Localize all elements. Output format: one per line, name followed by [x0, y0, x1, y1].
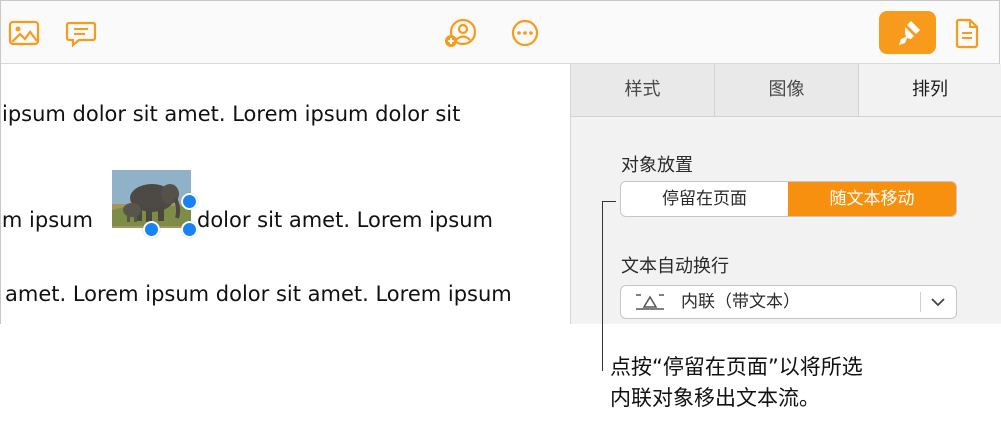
- chevron-down-icon[interactable]: [929, 294, 947, 310]
- body-text-line[interactable]: ipsum dolor sit amet. Lorem ipsum dolor …: [2, 102, 460, 126]
- text-wrap-popup[interactable]: 内联（带文本）: [620, 285, 957, 319]
- format-icon: [899, 21, 920, 45]
- object-placement-control: 停留在页面 随文本移动: [620, 181, 957, 217]
- move-with-text-option[interactable]: 随文本移动: [788, 182, 956, 216]
- media-icon[interactable]: [8, 17, 40, 49]
- toolbar: [1, 1, 999, 64]
- resize-handle[interactable]: [143, 221, 160, 238]
- inline-wrap-icon: [636, 294, 664, 310]
- callout-leader-tick: [602, 201, 616, 202]
- document-icon[interactable]: [951, 17, 983, 49]
- stay-on-page-option[interactable]: 停留在页面: [621, 182, 788, 216]
- tab-arrange[interactable]: 排列: [859, 64, 1001, 116]
- inline-elephant-image[interactable]: [112, 170, 191, 228]
- pages-window: ipsum dolor sit amet. Lorem ipsum dolor …: [0, 0, 1001, 324]
- callout-line: 内联对象移出文本流。: [610, 386, 820, 410]
- callout-text: 点按“停留在页面”以将所选 内联对象移出文本流。: [610, 352, 863, 414]
- text-wrap-value: 内联（带文本）: [681, 292, 800, 312]
- format-button[interactable]: [879, 11, 936, 54]
- format-inspector: 样式 图像 排列 对象放置 停留在页面 随文本移动 文本自动换行 内联（带文本）: [570, 64, 1001, 324]
- body-text-line[interactable]: em ipsum: [1, 208, 93, 232]
- popup-divider: [920, 292, 921, 312]
- tab-style[interactable]: 样式: [571, 64, 715, 116]
- resize-handle[interactable]: [181, 221, 198, 238]
- inspector-tabs: 样式 图像 排列: [571, 64, 1001, 117]
- body-text-line[interactable]: dolor sit amet. Lorem ipsum: [197, 208, 493, 232]
- collaborate-icon[interactable]: [444, 17, 476, 49]
- more-icon[interactable]: [509, 17, 541, 49]
- callout-line: 点按“停留在页面”以将所选: [610, 355, 863, 379]
- comment-icon[interactable]: [65, 17, 97, 49]
- tab-image[interactable]: 图像: [715, 64, 859, 116]
- object-placement-label: 对象放置: [621, 155, 693, 176]
- resize-handle[interactable]: [181, 193, 198, 210]
- text-wrap-label: 文本自动换行: [621, 256, 729, 277]
- document-canvas[interactable]: ipsum dolor sit amet. Lorem ipsum dolor …: [1, 64, 570, 324]
- body-text-line[interactable]: amet. Lorem ipsum dolor sit amet. Lorem …: [5, 282, 512, 306]
- callout-leader-line: [602, 201, 603, 371]
